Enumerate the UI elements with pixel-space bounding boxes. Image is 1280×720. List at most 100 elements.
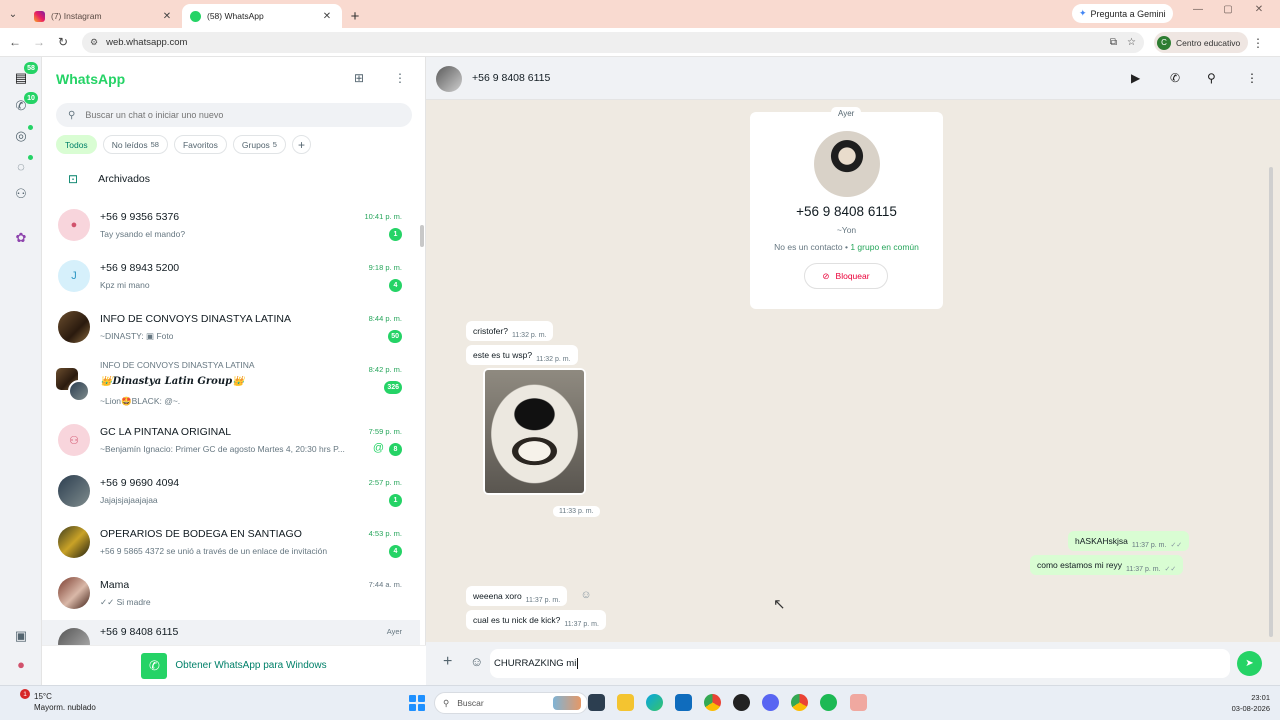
gemini-button[interactable]: ✦ Pregunta a Gemini [1072,4,1173,23]
chat-row[interactable]: +56 9 9690 4094 Jajajsjajaajajaa 2:57 p.… [42,467,420,518]
conversation-header[interactable]: +56 9 8408 6115 ▶ ✆ ⚲ ⋮ [426,57,1280,100]
menu-icon[interactable]: ⋮ [394,71,406,85]
chat-name: 👑𝑫𝒊𝒏𝒂𝒔𝒕𝒚𝒂 𝑳𝒂𝒕𝒊𝒏 𝑮𝒓𝒐𝒖𝒑👑 [100,376,245,387]
forward-icon[interactable]: → [27,35,51,49]
message-input[interactable]: CHURRAZKING mi [490,649,1230,678]
chat-row[interactable]: Mama ✓✓ Si madre 7:44 a. m. [42,569,420,620]
common-groups-link[interactable]: 1 grupo en común [850,242,919,252]
message-outgoing[interactable]: hASKAHskjsa 11:37 p. m. ✓✓ [1068,531,1190,551]
chat-row[interactable]: ● +56 9 9356 5376 Tay ysando el mando? 1… [42,201,420,252]
filter-all[interactable]: Todos [56,135,97,154]
voice-call-icon[interactable]: ✆ [1170,71,1180,85]
reload-icon[interactable]: ↻ [51,35,75,49]
attach-icon[interactable]: + [443,653,452,671]
block-button[interactable]: ⊘ Bloquear [804,263,888,289]
chrome-icon[interactable] [704,694,721,711]
tab-whatsapp[interactable]: (58) WhatsApp ✕ [182,4,342,28]
close-tab-icon[interactable]: ✕ [160,11,174,22]
install-app-icon[interactable]: ⧉ [1110,37,1117,48]
new-chat-icon[interactable]: ⊞ [354,71,364,85]
filter-unread[interactable]: No leídos 58 [102,135,168,154]
image-message[interactable] [483,368,586,495]
profile-icon[interactable]: ● [12,655,30,673]
menu-icon[interactable]: ⋮ [1246,71,1258,85]
browser-toolbar: ← → ↻ ⚙ web.whatsapp.com ⧉ ☆ C Centro ed… [0,28,1280,57]
date-divider: Ayer [831,107,862,120]
task-view-icon[interactable] [588,694,605,711]
edge-icon[interactable] [646,694,663,711]
search-box[interactable]: ⚲ [56,103,412,127]
sticker-icon[interactable]: ☺ [470,654,483,669]
message-incoming[interactable]: cual es tu nick de kick? 11:37 p. m. [466,610,606,630]
chat-preview: Tay ysando el mando? [100,229,186,239]
weather-widget[interactable]: 1 15°C Mayorm. nublado [14,689,96,713]
video-call-icon[interactable]: ▶ [1131,71,1140,85]
file-explorer-icon[interactable] [617,694,634,711]
text-caret [577,658,579,669]
add-filter-button[interactable]: + [291,135,311,154]
chat-preview: ✓✓ Si madre [100,597,151,607]
outlook-icon[interactable] [675,694,692,711]
search-input[interactable] [85,110,386,120]
meta-ai-icon[interactable]: ✿ [12,229,30,247]
system-clock[interactable]: 23:01 03-08-2026 [1232,692,1270,714]
chat-name: +56 9 9690 4094 [100,477,180,489]
chat-row[interactable]: OPERARIOS DE BODEGA EN SANTIAGO +56 9 58… [42,518,420,569]
archived-row[interactable]: ⊡ Archivados [42,165,426,193]
profile-button[interactable]: C Centro educativo [1154,32,1249,53]
sidebar-scrollbar[interactable] [420,225,424,247]
search-icon[interactable]: ⚲ [1207,71,1216,85]
tab-instagram[interactable]: (7) Instagram ✕ [26,4,182,28]
send-button[interactable]: ➤ [1237,651,1262,676]
community-name: INFO DE CONVOYS DINASTYA LATINA [100,360,255,370]
browser-menu-icon[interactable]: ⋮ [1252,36,1264,50]
contact-avatar[interactable] [436,66,462,92]
filter-groups[interactable]: Grupos 5 [232,135,286,154]
url-text: web.whatsapp.com [106,37,188,48]
message-incoming[interactable]: cristofer? 11:32 p. m. [466,321,554,341]
message-text: cual es tu nick de kick? [473,615,561,625]
chrome-profile-icon[interactable] [791,694,808,711]
bookmark-star-icon[interactable]: ☆ [1127,37,1136,48]
chat-preview: Jajajsjajaajajaa [100,495,158,505]
tab-search-icon[interactable]: ⌄ [0,0,26,28]
store-icon[interactable] [850,694,867,711]
message-incoming[interactable]: weeena xoro 11:37 p. m. [466,586,568,606]
chat-row[interactable]: INFO DE CONVOYS DINASTYA LATINA ~DINASTY… [42,303,420,354]
chat-row[interactable]: J +56 9 8943 5200 Kpz mi mano 9:18 p. m.… [42,252,420,303]
chat-row[interactable]: ⚇ GC LA PINTANA ORIGINAL ~Benjamín Ignac… [42,416,420,467]
windows-start-icon[interactable] [409,695,425,711]
conversation-panel: +56 9 8408 6115 ▶ ✆ ⚲ ⋮ +56 9 8408 6115 … [426,57,1280,685]
contact-name[interactable]: +56 9 8408 6115 [472,72,550,84]
contact-profile-photo[interactable] [814,131,880,197]
media-icon[interactable]: ▣ [12,627,30,645]
filter-favorites[interactable]: Favoritos [173,135,227,154]
maximize-icon[interactable]: ▢ [1218,4,1238,15]
chat-row[interactable]: INFO DE CONVOYS DINASTYA LATINA 👑𝑫𝒊𝒏𝒂𝒔𝒕𝒚… [42,354,420,416]
back-icon[interactable]: ← [3,35,27,49]
react-emoji-icon[interactable]: ☺ [579,588,593,602]
status-icon[interactable]: ◎ [12,127,30,145]
close-window-icon[interactable]: ✕ [1249,4,1269,15]
roblox-icon[interactable] [733,694,750,711]
get-app-banner[interactable]: ✆ Obtener WhatsApp para Windows [42,645,426,685]
close-tab-icon[interactable]: ✕ [320,11,334,22]
avatar [58,577,90,609]
taskbar-search[interactable]: ⚲ Buscar [434,692,588,714]
mention-icon: @ [372,442,384,454]
avatar: ● [58,209,90,241]
discord-icon[interactable] [762,694,779,711]
channels-icon[interactable]: ◌ [12,157,30,175]
conversation-scrollbar[interactable] [1269,167,1273,637]
get-app-link[interactable]: Obtener WhatsApp para Windows [175,660,326,671]
minimize-icon[interactable]: — [1188,4,1208,15]
message-incoming[interactable]: este es tu wsp? 11:32 p. m. [466,345,578,365]
new-tab-button[interactable]: + [344,4,366,28]
site-info-icon[interactable]: ⚙ [90,37,98,48]
message-outgoing[interactable]: como estamos mi reyy 11:37 p. m. ✓✓ [1030,555,1184,575]
address-bar[interactable]: ⚙ web.whatsapp.com ⧉ ☆ [82,32,1144,53]
mouse-pointer-icon: ↖ [773,596,786,613]
communities-icon[interactable]: ⚇ [12,185,30,203]
avatar: ⚇ [58,424,90,456]
spotify-icon[interactable] [820,694,837,711]
